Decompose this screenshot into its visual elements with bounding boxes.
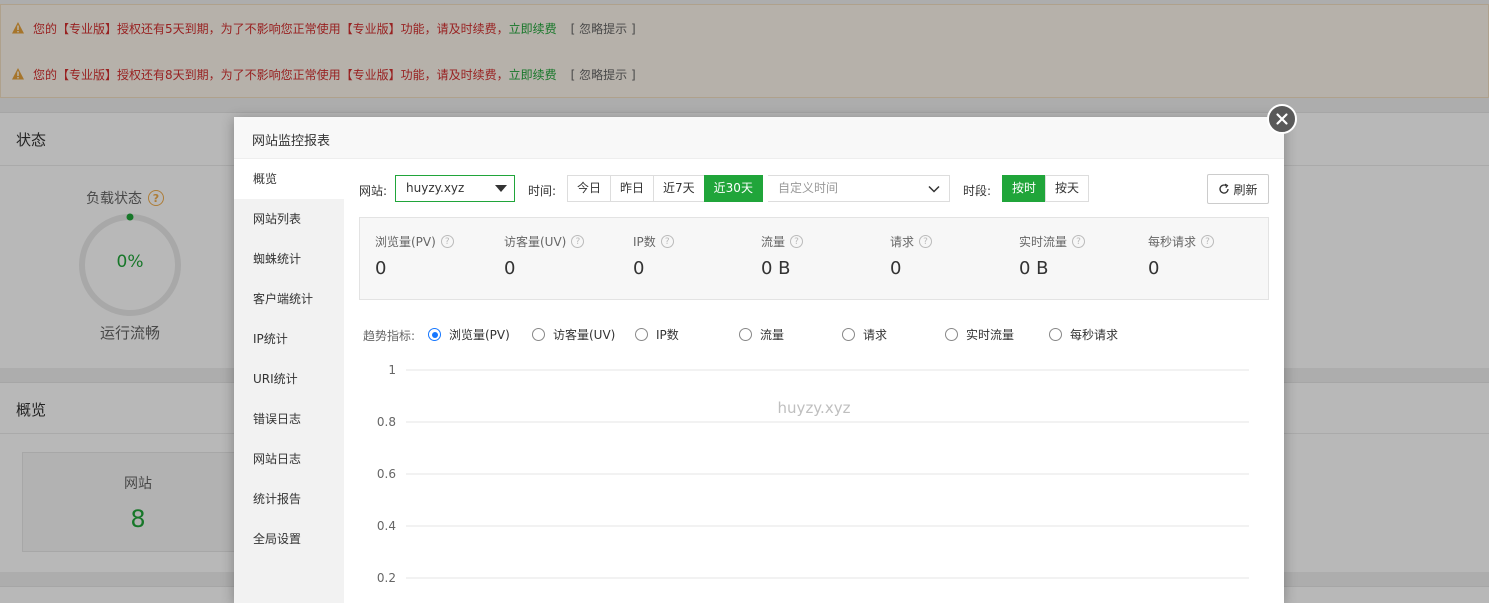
overview-content: 网站: huyzy.xyz 时间: 今日 昨日 近7天 近30天 自定义时间 时… [344,159,1284,603]
side-nav: 概览 网站列表 蜘蛛统计 客户端统计 IP统计 URI统计 错误日志 网站日志 … [234,159,344,603]
nav-item-client-stats[interactable]: 客户端统计 [234,279,344,319]
y-tick-label: 0.4 [377,519,396,533]
modal-title: 网站监控报表 [252,134,331,149]
y-tick-label: 0.8 [377,415,396,429]
close-button[interactable] [1267,104,1297,134]
nav-item-spider-stats[interactable]: 蜘蛛统计 [234,239,344,279]
nav-item-global-settings[interactable]: 全局设置 [234,519,344,559]
nav-item-error-log[interactable]: 错误日志 [234,399,344,439]
y-tick-label: 0.6 [377,467,396,481]
nav-item-ip-stats[interactable]: IP统计 [234,319,344,359]
close-icon [1276,113,1288,125]
nav-item-stats-report[interactable]: 统计报告 [234,479,344,519]
nav-item-uri-stats[interactable]: URI统计 [234,359,344,399]
nav-item-site-list[interactable]: 网站列表 [234,199,344,239]
trend-chart: 1 0.8 0.6 0.4 0.2 huyzy.xyz [377,363,1249,585]
y-tick-label: 1 [388,363,396,377]
nav-item-overview[interactable]: 概览 [234,159,344,199]
nav-item-site-log[interactable]: 网站日志 [234,439,344,479]
y-tick-label: 0.2 [377,571,396,585]
chart-title: huyzy.xyz [778,399,851,417]
modal-header: 网站监控报表 [234,117,1284,159]
site-monitor-modal: 网站监控报表 概览 网站列表 蜘蛛统计 客户端统计 IP统计 URI统计 错误日… [234,117,1284,603]
